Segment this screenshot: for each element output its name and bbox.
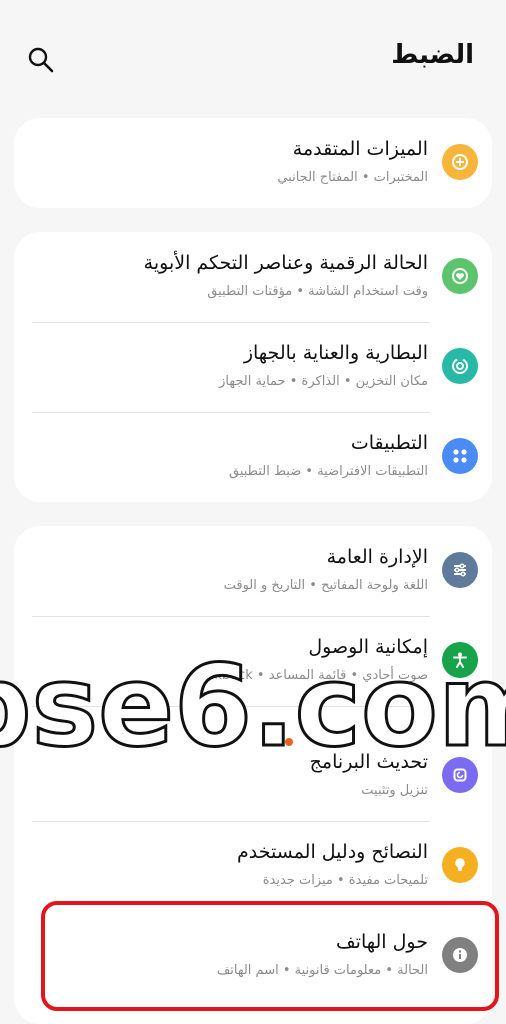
settings-item-title: الحالة الرقمية وعناصر التحكم الأبوية xyxy=(143,252,428,274)
settings-item-general-management[interactable]: الإدارة العامة اللغة ولوحة المفاتيح • ال… xyxy=(14,526,492,616)
sliders-icon xyxy=(442,552,478,588)
settings-card-device: الحالة الرقمية وعناصر التحكم الأبوية وقت… xyxy=(14,232,492,502)
apps-grid-icon xyxy=(442,438,478,474)
settings-item-subtitle: تلميحات مفيدة • ميزات جديدة xyxy=(262,873,428,888)
heart-circle-icon xyxy=(442,258,478,294)
settings-item-battery-care[interactable]: البطارية والعناية بالجهاز مكان التخزين •… xyxy=(14,322,492,412)
settings-item-subtitle: مكان التخزين • الذاكرة • حماية الجهاز xyxy=(219,374,428,389)
header: الضبط xyxy=(0,0,506,110)
settings-item-title: الإدارة العامة xyxy=(326,546,428,568)
search-icon[interactable] xyxy=(26,45,56,75)
settings-item-subtitle: تنزيل وتثبيت xyxy=(361,783,428,798)
settings-item-tips[interactable]: النصائح ودليل المستخدم تلميحات مفيدة • م… xyxy=(14,821,492,911)
watermark-text: bse6.com xyxy=(0,642,506,770)
settings-item-subtitle: المختبرات • المفتاح الجانبي xyxy=(277,170,428,185)
settings-item-title: الميزات المتقدمة xyxy=(292,138,428,160)
settings-item-advanced-features[interactable]: الميزات المتقدمة المختبرات • المفتاح الج… xyxy=(14,118,492,208)
settings-item-subtitle: اللغة ولوحة المفاتيح • التاريخ و الوقت xyxy=(223,578,428,593)
watermark: bse6.com xyxy=(0,641,506,771)
device-care-icon xyxy=(442,348,478,384)
settings-item-subtitle: وقت استخدام الشاشة • مؤقتات التطبيق xyxy=(207,284,428,299)
plus-gear-icon xyxy=(442,144,478,180)
lightbulb-icon xyxy=(442,847,478,883)
highlight-box xyxy=(41,901,499,1011)
settings-card-advanced: الميزات المتقدمة المختبرات • المفتاح الج… xyxy=(14,118,492,208)
page-title: الضبط xyxy=(391,40,474,70)
settings-item-digital-wellbeing[interactable]: الحالة الرقمية وعناصر التحكم الأبوية وقت… xyxy=(14,232,492,322)
settings-item-subtitle: التطبيقات الافتراضية • ضبط التطبيق xyxy=(228,464,428,479)
settings-item-title: النصائح ودليل المستخدم xyxy=(237,841,428,863)
settings-item-title: البطارية والعناية بالجهاز xyxy=(243,342,428,364)
settings-item-title: التطبيقات xyxy=(350,432,428,454)
settings-item-apps[interactable]: التطبيقات التطبيقات الافتراضية • ضبط الت… xyxy=(14,412,492,502)
